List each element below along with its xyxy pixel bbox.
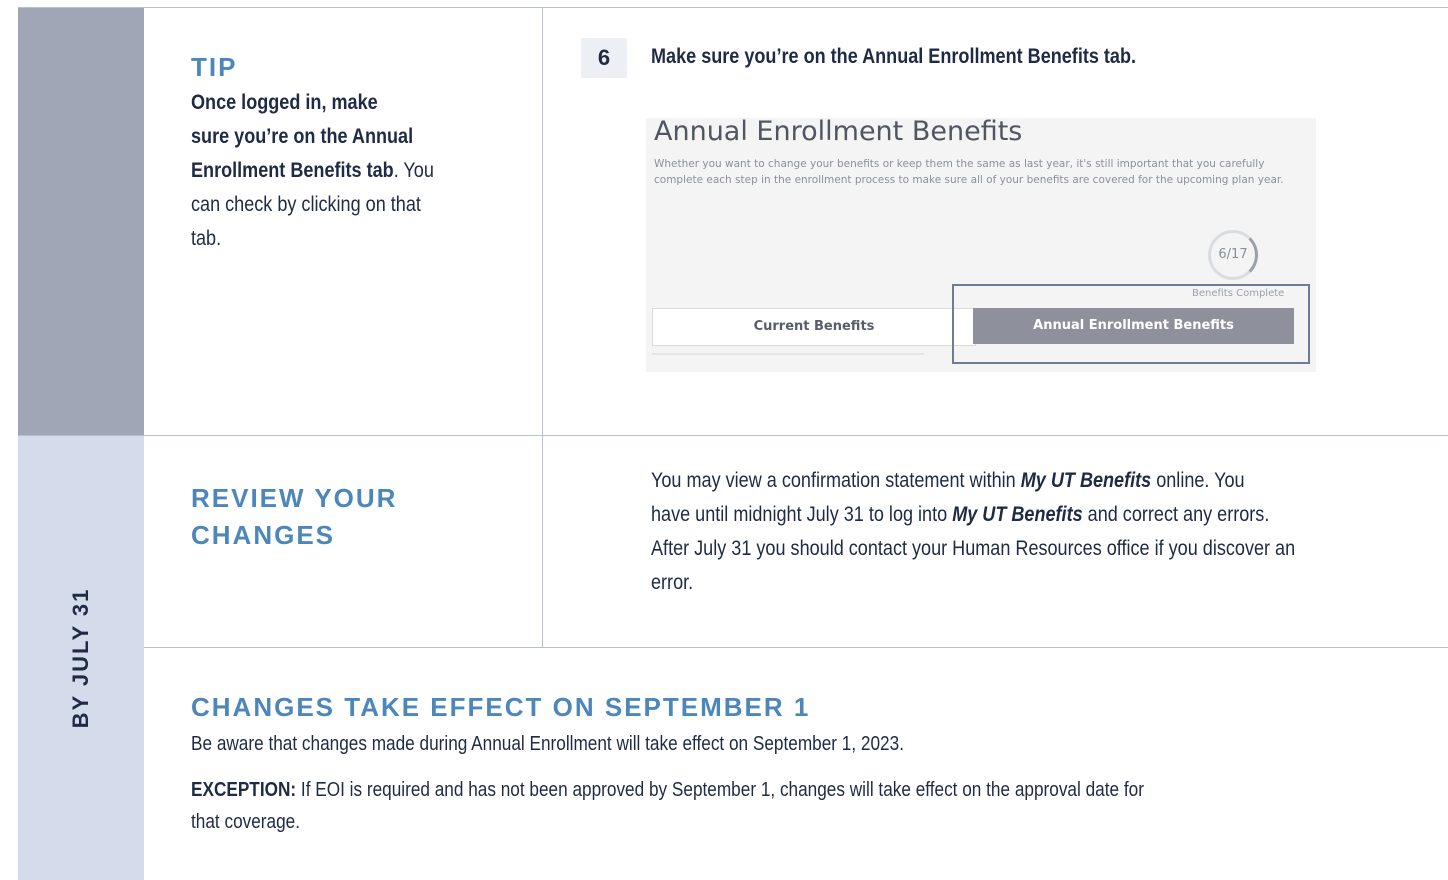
highlight-box (952, 284, 1310, 364)
enrollment-screenshot: Annual Enrollment Benefits Whether you w… (646, 118, 1316, 372)
screenshot-title: Annual Enrollment Benefits (654, 118, 1023, 147)
row-divider-2 (144, 647, 1448, 648)
review-heading-line-1: REVIEW YOUR (191, 483, 398, 513)
tip-line-3-bold: Enrollment Benefits tab (191, 159, 394, 182)
changes-line-1: Be aware that changes made during Annual… (191, 733, 904, 755)
tip-heading: TIP (191, 52, 238, 82)
tip-line-3-rest: . You (393, 159, 434, 182)
review-line-1a: You may view a confirmation statement wi… (651, 469, 1021, 492)
review-line-1b: online. You (1151, 469, 1245, 492)
changes-heading: CHANGES TAKE EFFECT ON SEPTEMBER 1 (191, 692, 811, 722)
review-heading: REVIEW YOUR CHANGES (191, 480, 397, 554)
progress-ring: 6/17 (1208, 230, 1258, 280)
row-divider-1 (18, 435, 1448, 436)
review-heading-line-2: CHANGES (191, 520, 336, 550)
review-line-2a: have until midnight July 31 to log into (651, 503, 953, 526)
tab-current-benefits[interactable]: Current Benefits (652, 308, 976, 346)
exception-text-2: that coverage. (191, 811, 301, 833)
step-number-badge: 6 (581, 38, 627, 78)
exception-text: If EOI is required and has not been appr… (296, 779, 1144, 801)
review-line-3: After July 31 you should contact your Hu… (651, 537, 1296, 560)
step-instruction: Make sure you’re on the Annual Enrollmen… (651, 45, 1137, 68)
screenshot-description: Whether you want to change your benefits… (654, 158, 1284, 186)
top-border (18, 7, 1448, 8)
review-body: You may view a confirmation statement wi… (651, 464, 1434, 600)
tip-body: Once logged in, make sure you’re on the … (191, 86, 552, 256)
changes-exception: EXCEPTION: If EOI is required and has no… (191, 774, 1395, 838)
sidebar-top-block (18, 8, 144, 436)
review-line-2b: and correct any errors. (1082, 503, 1270, 526)
exception-label: EXCEPTION: (191, 779, 297, 801)
tip-line-2: sure you’re on the Annual (191, 125, 414, 148)
review-line-2-emph: My UT Benefits (952, 503, 1083, 526)
tip-line-1: Once logged in, make (191, 91, 378, 114)
review-line-4: error. (651, 571, 694, 594)
sidebar-date-label: BY JULY 31 (68, 587, 93, 729)
review-line-1-emph: My UT Benefits (1020, 469, 1152, 492)
tip-line-5: tab. (191, 227, 222, 250)
tab-underline (652, 353, 924, 355)
tip-line-4: can check by clicking on that (191, 193, 421, 216)
